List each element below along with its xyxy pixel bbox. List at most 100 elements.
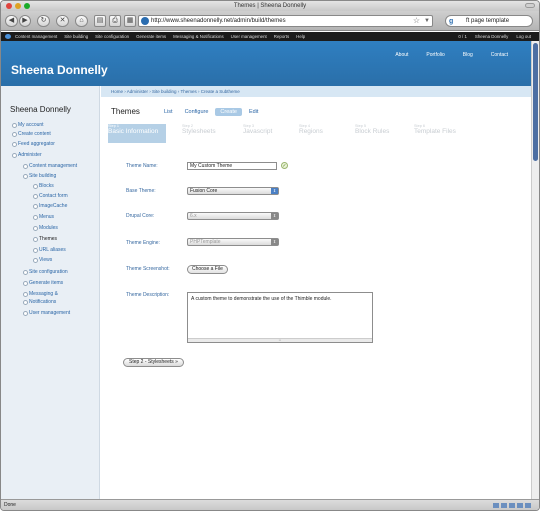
sidebar-item-generate-items[interactable]: Generate items [22,280,63,286]
page-title: Themes [111,107,140,116]
addon-icon[interactable] [517,503,523,508]
admin-user-name[interactable]: Sheena Donnelly [475,32,508,41]
search-bar[interactable]: g ft page template [445,15,533,27]
sidebar-item-contact-form[interactable]: Contact form [33,193,68,199]
sidebar-item-blocks[interactable]: Blocks [33,183,54,189]
step-2-title: Stylesheets [182,128,216,135]
theme-name-input[interactable]: My Custom Theme [187,162,277,170]
step-3[interactable]: Step 3 Javascript [243,124,301,143]
sidebar-item-administer[interactable]: Administer [12,152,42,158]
scrollbar-thumb[interactable] [533,43,538,161]
step-2[interactable]: Step 2 Stylesheets [182,124,240,143]
step-5-title: Block Rules [355,128,390,135]
textarea-resize-grip[interactable]: ═ [188,338,372,342]
step-1-title: Basic Information [108,128,159,135]
admin-menu-generate-items[interactable]: Generate items [136,32,166,41]
step-6[interactable]: Step 6 Template Files [414,124,484,143]
step-5[interactable]: Step 5 Block Rules [355,124,413,143]
sidebar-item-imagecache[interactable]: ImageCache [32,203,67,209]
reload-button[interactable]: ↻ [37,15,50,27]
breadcrumb[interactable]: Home › Administer › Site building › Them… [101,86,531,97]
sidebar-item-views[interactable]: Views [32,257,52,263]
tab-create[interactable]: Create [215,108,242,116]
bookmark-star-icon[interactable]: ☆ [413,16,420,26]
sidebar-item-feed-aggregator[interactable]: Feed aggregator [12,141,55,147]
page-scrollbar[interactable] [531,41,539,499]
addon-icon[interactable] [493,503,499,508]
sidebar-item-modules[interactable]: Modules [33,225,58,231]
addon-icon[interactable] [501,503,507,508]
sidebar-item-site-building[interactable]: Site building [22,173,56,179]
url-text: http://www.sheenadonnelly.net/admin/buil… [151,18,286,24]
site-favicon-icon [141,17,149,25]
tab-configure[interactable]: Configure [180,108,214,116]
tabs-button[interactable]: ▦ [124,15,136,27]
select-arrows-icon: ⇕ [271,188,278,194]
tab-edit[interactable]: Edit [244,108,263,116]
sidebar-item-user-management[interactable]: User management [22,310,70,316]
back-button[interactable]: ◀ [5,15,18,27]
nav-portfolio[interactable]: Portfolio [417,52,453,58]
description-textarea[interactable]: A custom theme to demonstrate the use of… [187,292,373,343]
site-header: About Portfolio Blog Contact Sheena Donn… [1,41,531,86]
sidebar-title: Sheena Donnelly [10,105,71,114]
sidebar: Sheena Donnelly My account Create conten… [1,86,100,499]
stop-button[interactable]: ✕ [56,15,69,27]
nav-about[interactable]: About [386,52,417,58]
nav-blog[interactable]: Blog [454,52,482,58]
drupal-core-label: Drupal Core: [126,213,155,219]
minimize-window-button[interactable] [15,3,21,9]
sidebar-item-my-account[interactable]: My account [12,122,44,128]
next-step-button[interactable]: Step 2 - Stylesheets » [123,358,184,367]
status-icons [493,503,531,508]
sidebar-item-create-content[interactable]: Create content [12,131,51,137]
admin-user-counter: 0 / 1 [458,34,467,39]
window-title: Themes | Sheena Donnelly [233,3,307,9]
sidebar-item-content-management[interactable]: Content management [22,163,77,169]
admin-menu-messaging[interactable]: Messaging & Notifications [173,32,224,41]
admin-menu-user-management[interactable]: User management [231,32,267,41]
sidebar-item-url-aliases[interactable]: URL aliases [33,247,66,253]
step-1[interactable]: Step 1 Basic Information [108,124,166,143]
sidebar-item-notifications[interactable]: Notifications [22,299,56,305]
step-4[interactable]: Step 4 Regions [299,124,357,143]
admin-menu: Content management Site building Site co… [15,32,305,41]
admin-menu-content-management[interactable]: Content management [15,32,57,41]
screenshot-label: Theme Screenshot: [126,266,170,272]
close-window-button[interactable] [6,3,12,9]
choose-file-button[interactable]: Choose a File [187,265,228,274]
sidebar-item-themes[interactable]: Themes [32,236,57,242]
home-button[interactable]: ⌂ [75,15,88,27]
sidebar-item-messaging[interactable]: Messaging & [23,291,58,297]
select-arrows-icon: ⇕ [271,213,278,219]
admin-menu-site-building[interactable]: Site building [64,32,88,41]
admin-menu-help[interactable]: Help [296,32,305,41]
addon-icon[interactable] [509,503,515,508]
nav-contact[interactable]: Contact [482,52,517,58]
window-titlebar: Themes | Sheena Donnelly [1,1,539,11]
base-theme-label: Base Theme: [126,188,156,194]
print-button[interactable]: ⎙ [109,15,121,27]
admin-menu-site-configuration[interactable]: Site configuration [95,32,129,41]
drupal-logo-icon[interactable] [5,34,11,39]
bookmarks-button[interactable]: ▤ [94,15,106,27]
admin-menu-user: 0 / 1 Sheena Donnelly Log out [458,32,531,41]
site-name[interactable]: Sheena Donnelly [11,63,108,77]
sidebar-item-menus[interactable]: Menus [32,214,54,220]
admin-menu-reports[interactable]: Reports [274,32,289,41]
url-bar[interactable]: http://www.sheenadonnelly.net/admin/buil… [138,15,433,27]
toolbar-toggle-button[interactable] [525,3,535,8]
forward-button[interactable]: ▶ [19,15,31,27]
search-text: ft page template [466,18,510,24]
tab-list[interactable]: List [159,108,178,116]
sidebar-item-site-configuration[interactable]: Site configuration [23,269,68,275]
page-tabs: List Configure Create Edit [159,108,263,116]
url-history-dropdown-icon[interactable]: ▼ [424,16,430,26]
step-3-title: Javascript [243,128,273,135]
logout-link[interactable]: Log out [516,32,531,41]
base-theme-select[interactable]: Fusion Core ⇕ [187,187,279,195]
theme-engine-select: PHPTemplate ⇕ [187,238,279,246]
admin-menu-bar: Content management Site building Site co… [1,32,539,41]
zoom-window-button[interactable] [24,3,30,9]
addon-icon[interactable] [525,503,531,508]
